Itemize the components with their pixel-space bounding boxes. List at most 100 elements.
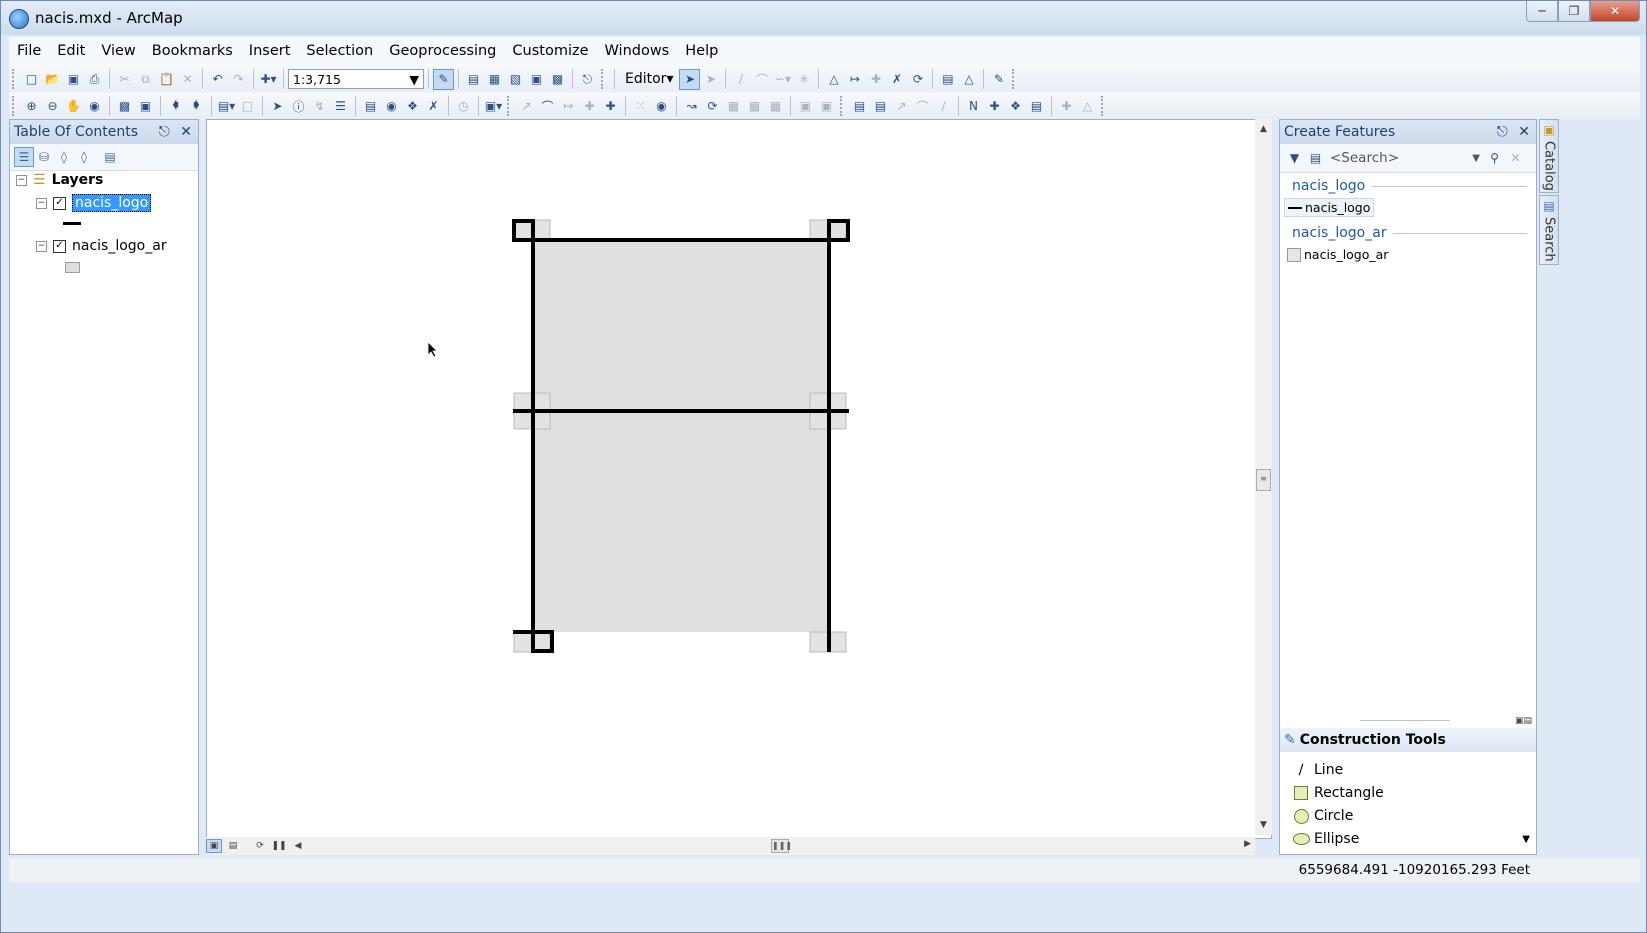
find-button[interactable]: ◉ xyxy=(381,96,402,117)
close-button[interactable]: ✕ xyxy=(1590,1,1640,22)
smooth-button[interactable]: ▤ xyxy=(870,96,891,117)
chevron-down-icon[interactable]: ▼ xyxy=(1472,153,1480,164)
search-button[interactable]: ⚲ xyxy=(1484,148,1505,169)
extend-button[interactable]: ✚ xyxy=(1056,96,1077,117)
map-canvas[interactable] xyxy=(207,120,1273,840)
merge-button[interactable]: ▦ xyxy=(765,96,786,117)
fixed-zoom-in-button[interactable]: ▩ xyxy=(114,96,135,117)
refresh-view-button[interactable]: ⟳ xyxy=(252,839,268,853)
pause-drawing-button[interactable]: ❚❚ xyxy=(271,839,287,853)
error-inspector-button[interactable]: ◉ xyxy=(651,96,672,117)
collapse-icon[interactable]: − xyxy=(36,240,47,252)
save-button[interactable]: ▣ xyxy=(63,69,84,90)
refresh-topology-button[interactable]: ⟳ xyxy=(702,96,723,117)
feature-template[interactable]: nacis_logo_ar xyxy=(1284,246,1391,263)
fixed-zoom-out-button[interactable]: ▣ xyxy=(135,96,156,117)
list-by-source-button[interactable]: ⛁ xyxy=(34,147,54,167)
construction-tool-rectangle[interactable]: Rectangle xyxy=(1292,785,1384,801)
create-features-button[interactable]: ✎ xyxy=(988,69,1009,90)
redo-button[interactable]: ↷ xyxy=(228,69,249,90)
open-button[interactable]: 📂 xyxy=(42,69,63,90)
toolbar-grip[interactable] xyxy=(507,96,513,116)
print-button[interactable]: ⎙ xyxy=(84,69,105,90)
delete-button[interactable]: ✕ xyxy=(177,69,198,90)
reshape-feature-button[interactable]: ↦ xyxy=(844,69,865,90)
close-icon[interactable]: ✕ xyxy=(180,124,192,140)
cut-button[interactable]: ✂ xyxy=(114,69,135,90)
construction-tool-ellipse[interactable]: Ellipse xyxy=(1292,831,1359,847)
modify-edge-button[interactable]: ⌒ xyxy=(537,96,558,117)
fillet-button[interactable]: ⌒ xyxy=(912,96,933,117)
catalog-tab[interactable]: ▣ Catalog xyxy=(1539,119,1559,193)
end-point-arc-button[interactable]: ⌒ xyxy=(751,69,772,90)
menu-bookmarks[interactable]: Bookmarks xyxy=(144,43,241,59)
delete-vertex-button[interactable]: ❖ xyxy=(1005,96,1026,117)
full-extent-button[interactable]: ◉ xyxy=(84,96,105,117)
layer-name[interactable]: nacis_logo_ar xyxy=(72,238,167,254)
select-elements-button[interactable]: ➤ xyxy=(267,96,288,117)
clear-selection-button[interactable]: □ xyxy=(237,96,258,117)
toolbar-grip[interactable] xyxy=(12,69,18,89)
catalog-window-button[interactable]: ▦ xyxy=(484,69,505,90)
splitter[interactable] xyxy=(1360,720,1450,721)
menu-geoprocessing[interactable]: Geoprocessing xyxy=(381,43,504,59)
collapse-icon[interactable]: − xyxy=(36,197,47,209)
create-viewer-window-button[interactable]: ▣▾ xyxy=(483,96,504,117)
pin-icon[interactable]: ⎋ xyxy=(159,124,170,140)
search-tab[interactable]: ▤ Search xyxy=(1539,195,1559,265)
zoom-out-button[interactable]: ⊖ xyxy=(42,96,63,117)
editor-menu[interactable]: Editor▾ xyxy=(619,71,679,87)
paste-button[interactable]: 📋 xyxy=(156,69,177,90)
go-back-extent-button[interactable]: 🡀 xyxy=(165,96,186,117)
point-button[interactable]: ✳ xyxy=(793,69,814,90)
cut-polygons-button[interactable]: ✚ xyxy=(865,69,886,90)
pan-button[interactable]: ✋ xyxy=(63,96,84,117)
construct-features-button[interactable]: ▦ xyxy=(744,96,765,117)
validate-topology-button[interactable]: ⁙ xyxy=(630,96,651,117)
straight-segment-button[interactable]: ∕ xyxy=(730,69,751,90)
find-route-button[interactable]: ❖ xyxy=(402,96,423,117)
map-horizontal-scrollbar[interactable]: ❚❚❚ ▶ xyxy=(301,839,1251,853)
buffer-button[interactable]: ▣ xyxy=(795,96,816,117)
search-window-button[interactable]: ▧ xyxy=(505,69,526,90)
select-features-button[interactable]: ▤▾ xyxy=(216,96,237,117)
panel-layout-toggle-icon[interactable]: ▣▤ xyxy=(1515,716,1532,726)
show-shared-features-button[interactable]: ✚ xyxy=(600,96,621,117)
collapse-icon[interactable]: − xyxy=(16,174,27,186)
scroll-right-arrow-icon[interactable]: ▶ xyxy=(1244,839,1251,849)
hyperlink-button[interactable]: ↯ xyxy=(309,96,330,117)
toolbar-grip[interactable] xyxy=(1012,69,1018,89)
new-document-button[interactable]: □ xyxy=(21,69,42,90)
layers-root-row[interactable]: − ☰ Layers xyxy=(16,172,103,188)
generalize-button[interactable]: ▤ xyxy=(849,96,870,117)
menu-insert[interactable]: Insert xyxy=(241,43,299,59)
add-data-button[interactable]: ✚▾ xyxy=(258,69,279,90)
measure-button[interactable]: ▤ xyxy=(360,96,381,117)
scroll-down-arrow-icon[interactable]: ▼ xyxy=(1522,834,1530,845)
line-intersection-button[interactable]: △ xyxy=(1077,96,1098,117)
flip-button[interactable]: N xyxy=(963,96,984,117)
edit-annotation-tool-button[interactable]: ➤ xyxy=(700,69,721,90)
menu-file[interactable]: File xyxy=(9,43,49,59)
menu-view[interactable]: View xyxy=(93,43,143,59)
toolbar-grip[interactable] xyxy=(840,96,846,116)
split-tool-button[interactable]: ✗ xyxy=(886,69,907,90)
edit-tool-button[interactable]: ➤ xyxy=(679,68,701,90)
map-vertical-scrollbar[interactable]: ▲ ≡ ▼ xyxy=(1255,119,1272,835)
line-symbol-swatch[interactable] xyxy=(63,222,81,225)
identify-button[interactable]: ⓘ xyxy=(288,96,309,117)
construction-tool-circle[interactable]: Circle xyxy=(1292,808,1353,824)
template-search-input[interactable]: <Search> ▼ xyxy=(1330,148,1484,168)
menu-windows[interactable]: Windows xyxy=(597,43,678,59)
menu-help[interactable]: Help xyxy=(677,43,726,59)
sketch-properties-button[interactable]: △ xyxy=(958,69,979,90)
menu-customize[interactable]: Customize xyxy=(504,43,596,59)
vertical-scroll-thumb[interactable]: ≡ xyxy=(1256,469,1271,491)
layer-name[interactable]: nacis_logo xyxy=(72,194,152,212)
time-slider-button[interactable]: ◷ xyxy=(453,96,474,117)
attributes-button[interactable]: ▤ xyxy=(937,69,958,90)
map-display[interactable] xyxy=(206,119,1272,839)
clear-search-button[interactable]: ✕ xyxy=(1505,148,1526,169)
python-window-button[interactable]: ▩ xyxy=(547,69,568,90)
trim-button[interactable]: ▤ xyxy=(1026,96,1047,117)
